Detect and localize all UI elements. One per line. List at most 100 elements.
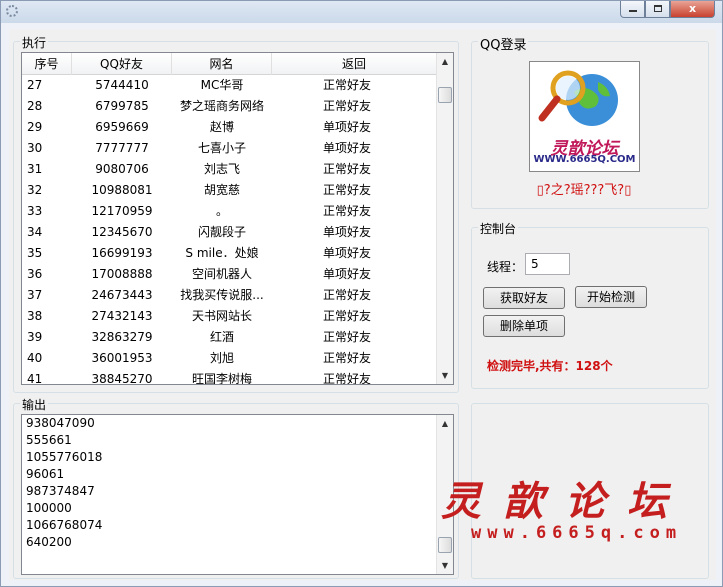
cell-qq: 17008888	[91, 267, 153, 281]
output-line: 1066768074	[26, 518, 103, 532]
minimize-icon	[628, 10, 637, 12]
output-line: 987374847	[26, 484, 95, 498]
table-row[interactable]: 34 12345670 闪靓段子 单项好友	[22, 222, 436, 243]
scroll-up-icon[interactable]: ▲	[437, 53, 453, 70]
cell-qq: 16699193	[91, 246, 153, 260]
app-window: x 执行 序号 QQ好友 网名 返回 27 5744410 MC华哥 正常好友 28 67…	[0, 0, 723, 587]
status-text: 检测完毕,共有：128个	[487, 359, 613, 373]
cell-nickname: 梦之瑶商务网络	[179, 99, 264, 113]
minimize-button[interactable]	[620, 1, 645, 18]
close-button[interactable]: x	[670, 1, 715, 18]
table-row[interactable]: 29 6959669 赵博 单项好友	[22, 117, 436, 138]
header-qq[interactable]: QQ好友	[72, 53, 172, 75]
cell-result: 正常好友	[322, 162, 371, 176]
cell-result: 单项好友	[322, 267, 371, 281]
cell-qq: 5744410	[95, 78, 149, 92]
table-row[interactable]: 37 24673443 找我买传说服... 正常好友	[22, 285, 436, 306]
table-row[interactable]: 36 17008888 空间机器人 单项好友	[22, 264, 436, 285]
cell-result: 正常好友	[322, 183, 371, 197]
table-row[interactable]: 30 7777777 七喜小子 单项好友	[22, 138, 436, 159]
cell-index: 30	[27, 141, 43, 155]
table-row[interactable]: 35 16699193 S mile．处娘 单项好友	[22, 243, 436, 264]
table-row[interactable]: 39 32863279 红酒 正常好友	[22, 327, 436, 348]
cell-result: 正常好友	[322, 351, 371, 365]
cell-index: 35	[27, 246, 43, 260]
cell-result: 正常好友	[322, 99, 371, 113]
header-nickname[interactable]: 网名	[172, 53, 272, 75]
cell-qq: 10988081	[91, 183, 153, 197]
title-bar[interactable]: x	[1, 1, 722, 23]
app-icon	[6, 5, 18, 17]
cell-nickname: S mile．处娘	[185, 246, 259, 260]
output-line: 938047090	[26, 416, 95, 430]
cell-index: 32	[27, 183, 43, 197]
login-group-label: QQ登录	[478, 34, 529, 53]
friends-table[interactable]: 序号 QQ好友 网名 返回 27 5744410 MC华哥 正常好友 28 6799785…	[21, 52, 454, 385]
logo-url: WWW.6665Q.COM	[533, 154, 636, 165]
table-row[interactable]: 33 12170959 。 正常好友	[22, 201, 436, 222]
cell-index: 29	[27, 120, 43, 134]
cell-nickname: 七喜小子	[197, 141, 246, 155]
cell-qq: 6959669	[95, 120, 149, 134]
cell-nickname: 赵博	[209, 120, 234, 134]
output-line: 640200	[26, 535, 72, 549]
table-row[interactable]: 28 6799785 梦之瑶商务网络 正常好友	[22, 96, 436, 117]
threads-label: 线程：	[487, 260, 524, 274]
watermark-text: 灵歆论坛	[441, 478, 689, 525]
output-group-label: 输出	[20, 396, 49, 413]
maximize-icon	[653, 5, 662, 12]
watermark-url: www.6665q.com	[471, 523, 683, 543]
cell-result: 单项好友	[322, 225, 371, 239]
table-row[interactable]: 32 10988081 胡宽慈 正常好友	[22, 180, 436, 201]
cell-nickname: 闪靓段子	[197, 225, 246, 239]
cell-nickname: 找我买传说服...	[180, 288, 264, 302]
output-scroll-down-icon[interactable]: ▼	[437, 557, 453, 574]
maximize-button[interactable]	[645, 1, 670, 18]
cell-nickname: 天书网站长	[191, 309, 252, 323]
table-row[interactable]: 38 27432143 天书网站长 正常好友	[22, 306, 436, 327]
cell-result: 单项好友	[322, 246, 371, 260]
output-scroll-up-icon[interactable]: ▲	[437, 415, 453, 432]
cell-nickname: 刘志飞	[203, 162, 240, 176]
avatar: 灵歆论坛 WWW.6665Q.COM	[529, 61, 640, 172]
cell-result: 正常好友	[322, 372, 371, 385]
output-textbox[interactable]: 938047090 555661 1055776018 96061 987374847 1…	[21, 414, 454, 575]
cell-qq: 6799785	[95, 99, 149, 113]
cell-index: 41	[27, 372, 43, 385]
table-row[interactable]: 41 38845270 旺国李树梅 正常好友	[22, 369, 436, 385]
cell-nickname: 刘旭	[209, 351, 234, 365]
cell-result: 正常好友	[322, 288, 371, 302]
cell-index: 40	[27, 351, 43, 365]
cell-index: 33	[27, 204, 43, 218]
scroll-thumb[interactable]	[438, 87, 452, 103]
start-check-button[interactable]: 开始检测	[575, 286, 647, 308]
get-friends-button[interactable]: 获取好友	[483, 287, 565, 309]
qq-nickname: ▯?之?瑶???飞?▯	[536, 183, 632, 198]
cell-qq: 24673443	[91, 288, 153, 302]
table-row[interactable]: 31 9080706 刘志飞 正常好友	[22, 159, 436, 180]
cell-qq: 9080706	[95, 162, 149, 176]
cell-result: 正常好友	[322, 78, 371, 92]
scroll-down-icon[interactable]: ▼	[437, 367, 453, 384]
table-header: 序号 QQ好友 网名 返回	[22, 53, 436, 75]
cell-index: 39	[27, 330, 43, 344]
cell-index: 28	[27, 99, 43, 113]
table-scrollbar[interactable]: ▲ ▼	[436, 53, 453, 384]
output-scroll-thumb[interactable]	[438, 537, 452, 553]
cell-nickname: 。	[215, 204, 228, 218]
cell-index: 38	[27, 309, 43, 323]
cell-qq: 7777777	[95, 141, 149, 155]
cell-nickname: MC华哥	[200, 78, 244, 92]
cell-qq: 27432143	[91, 309, 153, 323]
cell-qq: 12345670	[91, 225, 153, 239]
cell-result: 正常好友	[322, 330, 371, 344]
threads-input[interactable]	[525, 253, 570, 275]
cell-qq: 32863279	[91, 330, 153, 344]
delete-single-button[interactable]: 删除单项	[483, 315, 565, 337]
table-row[interactable]: 40 36001953 刘旭 正常好友	[22, 348, 436, 369]
cell-index: 36	[27, 267, 43, 281]
header-result[interactable]: 返回	[272, 53, 436, 75]
table-row[interactable]: 27 5744410 MC华哥 正常好友	[22, 75, 436, 96]
cell-index: 34	[27, 225, 43, 239]
header-index[interactable]: 序号	[22, 53, 72, 75]
